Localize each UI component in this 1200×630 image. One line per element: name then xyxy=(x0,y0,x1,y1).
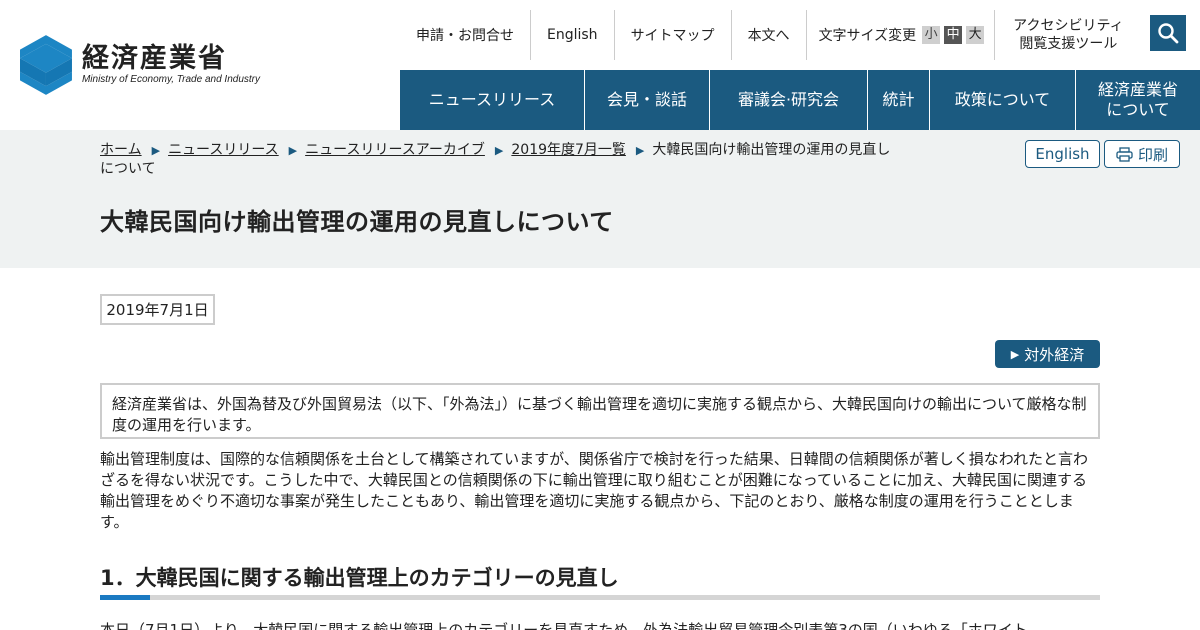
print-button[interactable]: 印刷 xyxy=(1104,140,1180,168)
breadcrumb-arrow-icon: ▶ xyxy=(635,144,645,157)
logo-name-jp: 経済産業省 xyxy=(81,43,227,74)
breadcrumb: ホーム ▶ ニュースリリース ▶ ニュースリリースアーカイブ ▶ 2019年度7月一覧 ▶ 大韓… xyxy=(100,141,900,179)
breadcrumb-month[interactable]: 2019年度7月一覧 xyxy=(511,142,626,158)
nav-policy[interactable]: 政策について xyxy=(929,70,1075,130)
breadcrumb-archive[interactable]: ニュースリリースアーカイブ xyxy=(305,142,485,158)
meti-logo-icon xyxy=(20,35,72,95)
nav-councils[interactable]: 審議会·研究会 xyxy=(709,70,867,130)
category-tag-label: 対外経済 xyxy=(1024,345,1085,364)
search-button[interactable] xyxy=(1150,15,1186,51)
section-body-text: 本日（7月1日）より、大韓民国に関する輸出管理上のカテゴリーを見直すため、外為法… xyxy=(100,621,1028,630)
print-button-label: 印刷 xyxy=(1137,145,1168,164)
util-english-link[interactable]: English xyxy=(530,10,614,60)
font-size-control: 文字サイズ変更 小 中 大 xyxy=(805,10,995,60)
font-size-buttons: 小 中 大 xyxy=(922,26,985,44)
nav-about-meti-line2: について xyxy=(1106,100,1170,119)
nav-statistics[interactable]: 統計 xyxy=(867,70,929,130)
accessibility-tool-link[interactable]: アクセシビリティ 閲覧支援ツール xyxy=(994,10,1141,60)
breadcrumb-arrow-icon: ▶ xyxy=(151,144,161,157)
nav-about-meti-line1: 経済産業省 xyxy=(1097,80,1178,99)
page-title: 大韓民国向け輸出管理の運用の見直しについて xyxy=(100,208,614,236)
font-size-label: 文字サイズ変更 xyxy=(818,28,917,44)
font-size-medium-button[interactable]: 中 xyxy=(944,26,963,44)
nav-about-meti[interactable]: 経済産業省 について xyxy=(1075,70,1200,130)
font-size-small-button[interactable]: 小 xyxy=(922,26,941,44)
logo-text: 経済産業省 Ministry of Economy, Trade and Ind… xyxy=(82,44,260,86)
printer-icon xyxy=(1116,146,1133,162)
nav-news-release[interactable]: ニュースリリース xyxy=(400,70,584,130)
util-contact-link[interactable]: 申請・お問合せ xyxy=(400,10,530,60)
breadcrumb-arrow-icon: ▶ xyxy=(288,144,298,157)
nav-press-conference[interactable]: 会見・談話 xyxy=(584,70,709,130)
global-nav: ニュースリリース 会見・談話 審議会·研究会 統計 政策について 経済産業省 に… xyxy=(400,70,1200,130)
logo-name-en: Ministry of Economy, Trade and Industry xyxy=(81,74,260,85)
util-sitemap-link[interactable]: サイトマップ xyxy=(613,10,731,60)
lead-summary-box: 経済産業省は、外国為替及び外国貿易法（以下、「外為法」）に基づく輸出管理を適切に… xyxy=(100,383,1100,439)
category-tag-link[interactable]: ▶ 対外経済 xyxy=(995,340,1100,368)
accessibility-label-1: アクセシビリティ xyxy=(1013,18,1124,34)
accessibility-label-2: 閲覧支援ツール xyxy=(1019,36,1118,52)
breadcrumb-arrow-icon: ▶ xyxy=(494,144,504,157)
meti-logo[interactable]: 経済産業省 Ministry of Economy, Trade and Ind… xyxy=(20,33,260,97)
font-size-large-button[interactable]: 大 xyxy=(966,26,985,44)
breadcrumb-news[interactable]: ニュースリリース xyxy=(168,142,279,158)
util-skip-link[interactable]: 本文へ xyxy=(730,10,806,60)
site-header: 経済産業省 Ministry of Economy, Trade and Ind… xyxy=(0,0,1200,130)
breadcrumb-home[interactable]: ホーム xyxy=(100,142,142,158)
section-heading: 1．大韓民国に関する輸出管理上のカテゴリーの見直し xyxy=(100,566,619,590)
body-paragraph: 輸出管理制度は、国際的な信頼関係を土台として構築されていますが、関係省庁で検討を… xyxy=(100,450,1089,531)
arrow-right-icon: ▶ xyxy=(1010,347,1020,361)
section-heading-rule xyxy=(100,595,1100,600)
search-icon xyxy=(1158,23,1179,44)
english-page-button[interactable]: English xyxy=(1025,140,1100,168)
utility-nav: 申請・お問合せ English サイトマップ 本文へ 文字サイズ変更 小 中 大… xyxy=(400,10,1142,60)
publish-date: 2019年7月1日 xyxy=(100,294,215,325)
